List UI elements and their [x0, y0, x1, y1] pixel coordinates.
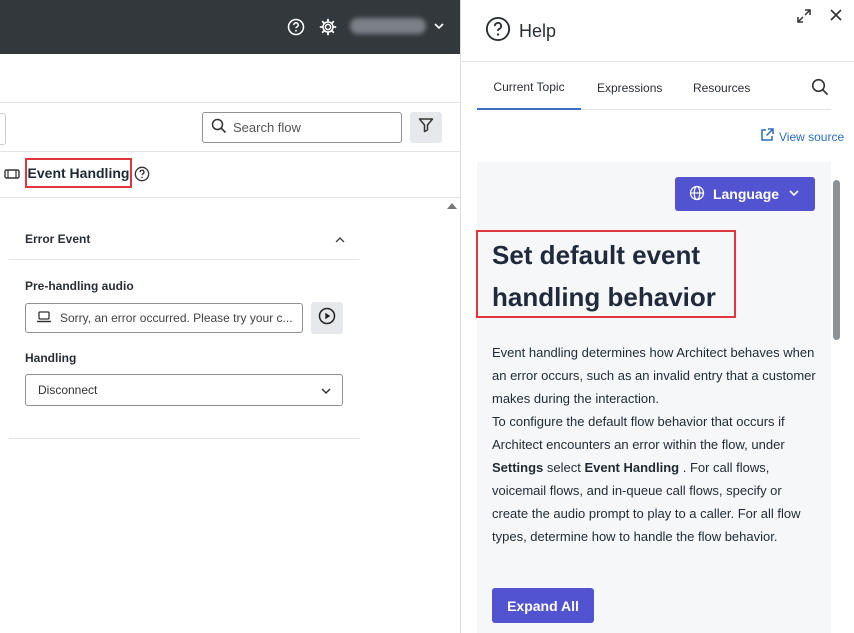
- help-title: Help: [519, 21, 557, 41]
- language-button[interactable]: Language: [675, 177, 815, 211]
- search-placeholder: Search flow: [233, 120, 301, 135]
- paragraph-configure: To configure the default flow behavior t…: [492, 414, 801, 544]
- pre-handling-audio-value: Sorry, an error occurred. Please try you…: [60, 311, 293, 325]
- settings-term: Settings: [492, 460, 544, 475]
- globe-icon: [689, 185, 705, 204]
- topic-heading-line1: Set default event: [492, 240, 701, 270]
- view-source-label: View source: [779, 129, 845, 144]
- language-label: Language: [712, 186, 780, 202]
- flow-toolbar: Search flow: [0, 102, 460, 152]
- topic-heading-line2: handling behavior: [492, 282, 716, 312]
- help-header: Help: [485, 16, 556, 47]
- handling-label: Handling: [25, 351, 77, 365]
- tab-resources[interactable]: Resources: [693, 66, 750, 110]
- topic-heading: Set default event handling behavior: [492, 234, 732, 318]
- help-header-divider: [461, 61, 854, 62]
- handling-value: Disconnect: [38, 383, 98, 397]
- chevron-down-icon[interactable]: [432, 19, 446, 38]
- help-panel: Help Current Topic Expressions Resources…: [460, 0, 854, 633]
- chevron-down-icon: [787, 186, 801, 203]
- event-handling-term: Event Handling: [584, 460, 680, 475]
- laptop-icon: [36, 310, 52, 327]
- pre-handling-audio-label: Pre-handling audio: [25, 279, 134, 293]
- help-tabs: Current Topic Expressions Resources: [477, 66, 831, 110]
- play-audio-button[interactable]: [311, 302, 343, 334]
- expand-icon[interactable]: [795, 7, 813, 30]
- help-scrollbar[interactable]: [833, 180, 840, 340]
- section-divider: [9, 438, 359, 439]
- expand-all-button[interactable]: Expand All: [492, 588, 594, 623]
- collapsed-panel-tab[interactable]: [0, 113, 6, 145]
- section-title: Error Event: [25, 232, 91, 246]
- close-icon[interactable]: [829, 8, 843, 27]
- search-input[interactable]: Search flow: [202, 112, 402, 143]
- gear-icon[interactable]: [318, 17, 338, 37]
- handling-select[interactable]: Disconnect: [25, 374, 343, 406]
- ticket-icon: [4, 167, 20, 186]
- search-icon[interactable]: [811, 78, 829, 101]
- play-icon: [318, 307, 336, 330]
- tab-expressions[interactable]: Expressions: [597, 66, 662, 110]
- help-circle-icon[interactable]: [134, 166, 150, 187]
- scroll-up-arrow[interactable]: [447, 203, 457, 209]
- paragraph-intro: Event handling determines how Architect …: [492, 345, 816, 406]
- top-bar: [0, 0, 460, 54]
- tab-current-topic[interactable]: Current Topic: [477, 66, 581, 110]
- filter-icon: [418, 117, 434, 138]
- filter-button[interactable]: [410, 112, 442, 143]
- help-circle-icon: [485, 16, 511, 47]
- event-handling-label: Event Handling: [25, 158, 132, 188]
- pre-handling-audio-field[interactable]: Sorry, an error occurred. Please try you…: [25, 303, 303, 333]
- view-source-link[interactable]: View source: [759, 127, 844, 146]
- chevron-down-icon: [320, 385, 332, 400]
- error-event-header[interactable]: Error Event: [9, 222, 359, 260]
- user-name-blurred[interactable]: [350, 18, 426, 34]
- help-circle-icon[interactable]: [286, 17, 306, 37]
- chevron-up-icon[interactable]: [333, 233, 347, 252]
- external-link-icon: [759, 127, 775, 146]
- search-icon: [211, 118, 227, 137]
